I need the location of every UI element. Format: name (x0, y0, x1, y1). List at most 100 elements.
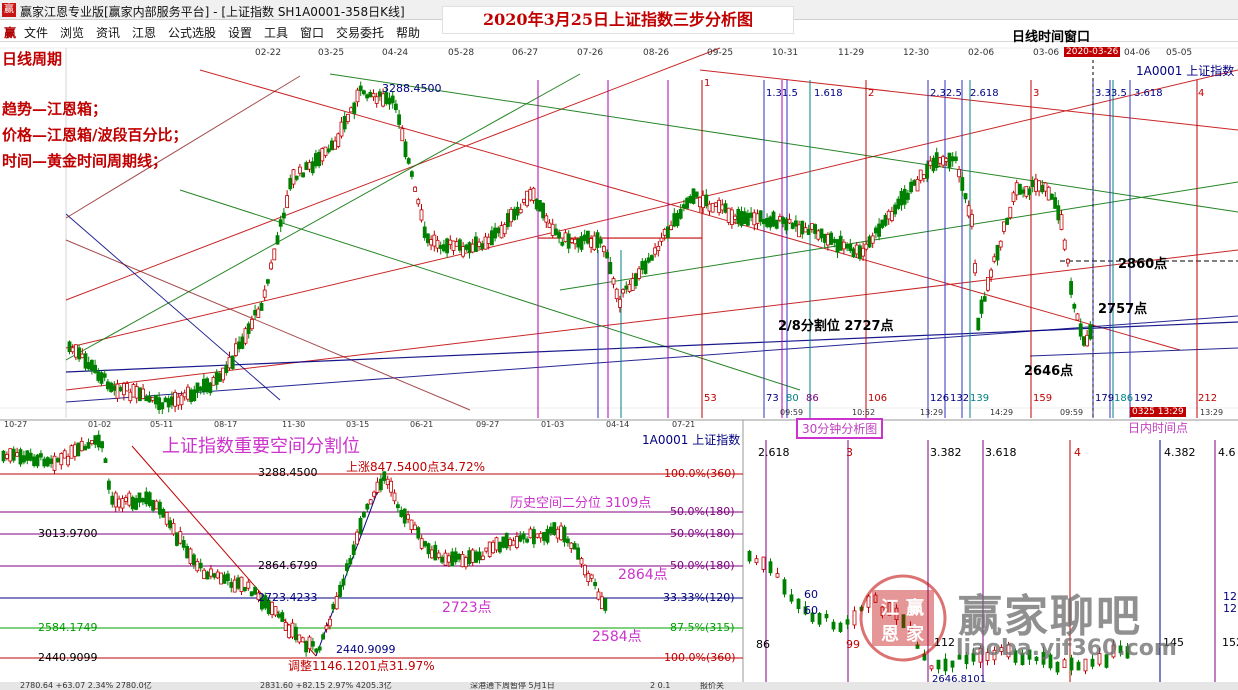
candle-body (117, 498, 121, 508)
candle-body (374, 96, 379, 104)
candle-body (281, 212, 286, 219)
candle-body (838, 235, 843, 251)
menu-gann[interactable]: 江恩 (132, 24, 156, 41)
candle-body (998, 240, 1003, 248)
top-date: 08-26 (643, 48, 670, 58)
candle-body (300, 637, 305, 643)
intraday-fib: 3 (846, 446, 853, 459)
candle-body (313, 153, 318, 167)
space-price-3288: 3288.4500 (258, 466, 318, 479)
candle-body (963, 193, 968, 200)
candle-body (440, 556, 445, 563)
candle-body (637, 268, 641, 279)
menu-help[interactable]: 帮助 (396, 24, 420, 41)
candle-body (445, 238, 450, 254)
candle-body (93, 364, 97, 373)
candle-body (842, 241, 846, 250)
candle-body (511, 540, 516, 546)
menu-file[interactable]: 文件 (24, 24, 48, 41)
candle-body (762, 219, 766, 225)
count-label: 179 (1095, 393, 1115, 404)
candle-body (365, 503, 370, 510)
candle-body (375, 481, 380, 493)
seal-char: 家 (906, 624, 924, 645)
candle-body (212, 573, 217, 578)
seal-char: 赢 (906, 598, 924, 619)
candle-body (52, 455, 57, 471)
candle-body (416, 527, 421, 539)
count-label: 126 (930, 393, 950, 404)
menu-browse[interactable]: 浏览 (60, 24, 84, 41)
candle-body (640, 261, 645, 270)
candle-body (755, 213, 760, 224)
candle-body (525, 538, 529, 543)
candle-body (583, 564, 587, 576)
candle-body (976, 317, 981, 331)
menu-settings[interactable]: 设置 (228, 24, 252, 41)
count-label: 106 (868, 393, 888, 404)
candle-body (710, 202, 715, 213)
menu-formula[interactable]: 公式选股 (168, 24, 216, 41)
space-price-3013: 3013.9700 (38, 527, 98, 540)
bottom-date: 07-21 (672, 420, 696, 429)
candle-body (864, 243, 869, 250)
candle-body (521, 533, 526, 540)
candle-body (185, 546, 190, 559)
candle-body (470, 549, 475, 563)
candle-body (409, 519, 414, 530)
candle-body (283, 622, 288, 631)
candle-body (775, 573, 780, 578)
candle-body (69, 445, 74, 459)
candle-body (451, 240, 456, 251)
candle-body (378, 478, 383, 491)
top-date: 05-05 (1166, 48, 1193, 58)
candle-body (487, 541, 492, 557)
candle-body (573, 238, 577, 245)
menu-news[interactable]: 资讯 (96, 24, 120, 41)
candle-body (355, 89, 360, 103)
candle-body (883, 215, 888, 226)
candle-body (902, 188, 907, 205)
menu-tools[interactable]: 工具 (264, 24, 288, 41)
candle-body (326, 148, 331, 153)
candle-body (25, 450, 30, 461)
candle-body (15, 452, 20, 457)
candle-body (656, 245, 661, 252)
candle-body (205, 571, 210, 580)
candle-body (929, 665, 934, 670)
candle-body (457, 553, 462, 560)
candle-body (208, 568, 213, 577)
intraday-fib: 4.6 (1218, 446, 1236, 459)
candle-body (954, 156, 958, 161)
candle-body (124, 497, 128, 502)
intraday-num: 60 (804, 588, 818, 601)
candle-body (614, 288, 619, 300)
candle-body (922, 174, 926, 179)
candle-body (130, 496, 135, 510)
candle-body (528, 189, 533, 201)
candle-body (76, 442, 81, 457)
candle-body (169, 396, 174, 406)
top-date: 04-06 (1124, 48, 1151, 58)
menu-logo-icon: 赢 (4, 26, 17, 40)
candle-body (336, 133, 341, 147)
candle-body (598, 238, 603, 244)
candle-body (253, 586, 258, 595)
candle-body (803, 227, 808, 233)
status-quote-toggle[interactable]: 报价关 (700, 682, 724, 690)
candle-body (387, 97, 392, 105)
candle-body (67, 341, 72, 353)
candle-body (854, 244, 859, 255)
candle-body (501, 536, 506, 548)
candle-body (761, 556, 766, 570)
menu-window[interactable]: 窗口 (300, 24, 324, 41)
candle-body (867, 236, 872, 248)
candle-body (659, 237, 664, 242)
candle-body (307, 162, 312, 170)
candle-body (304, 641, 309, 653)
candle-body (838, 622, 843, 632)
candle-body (653, 247, 657, 255)
candle-body (806, 228, 811, 235)
candle-body (960, 177, 965, 191)
menu-trade[interactable]: 交易委托 (336, 24, 384, 41)
